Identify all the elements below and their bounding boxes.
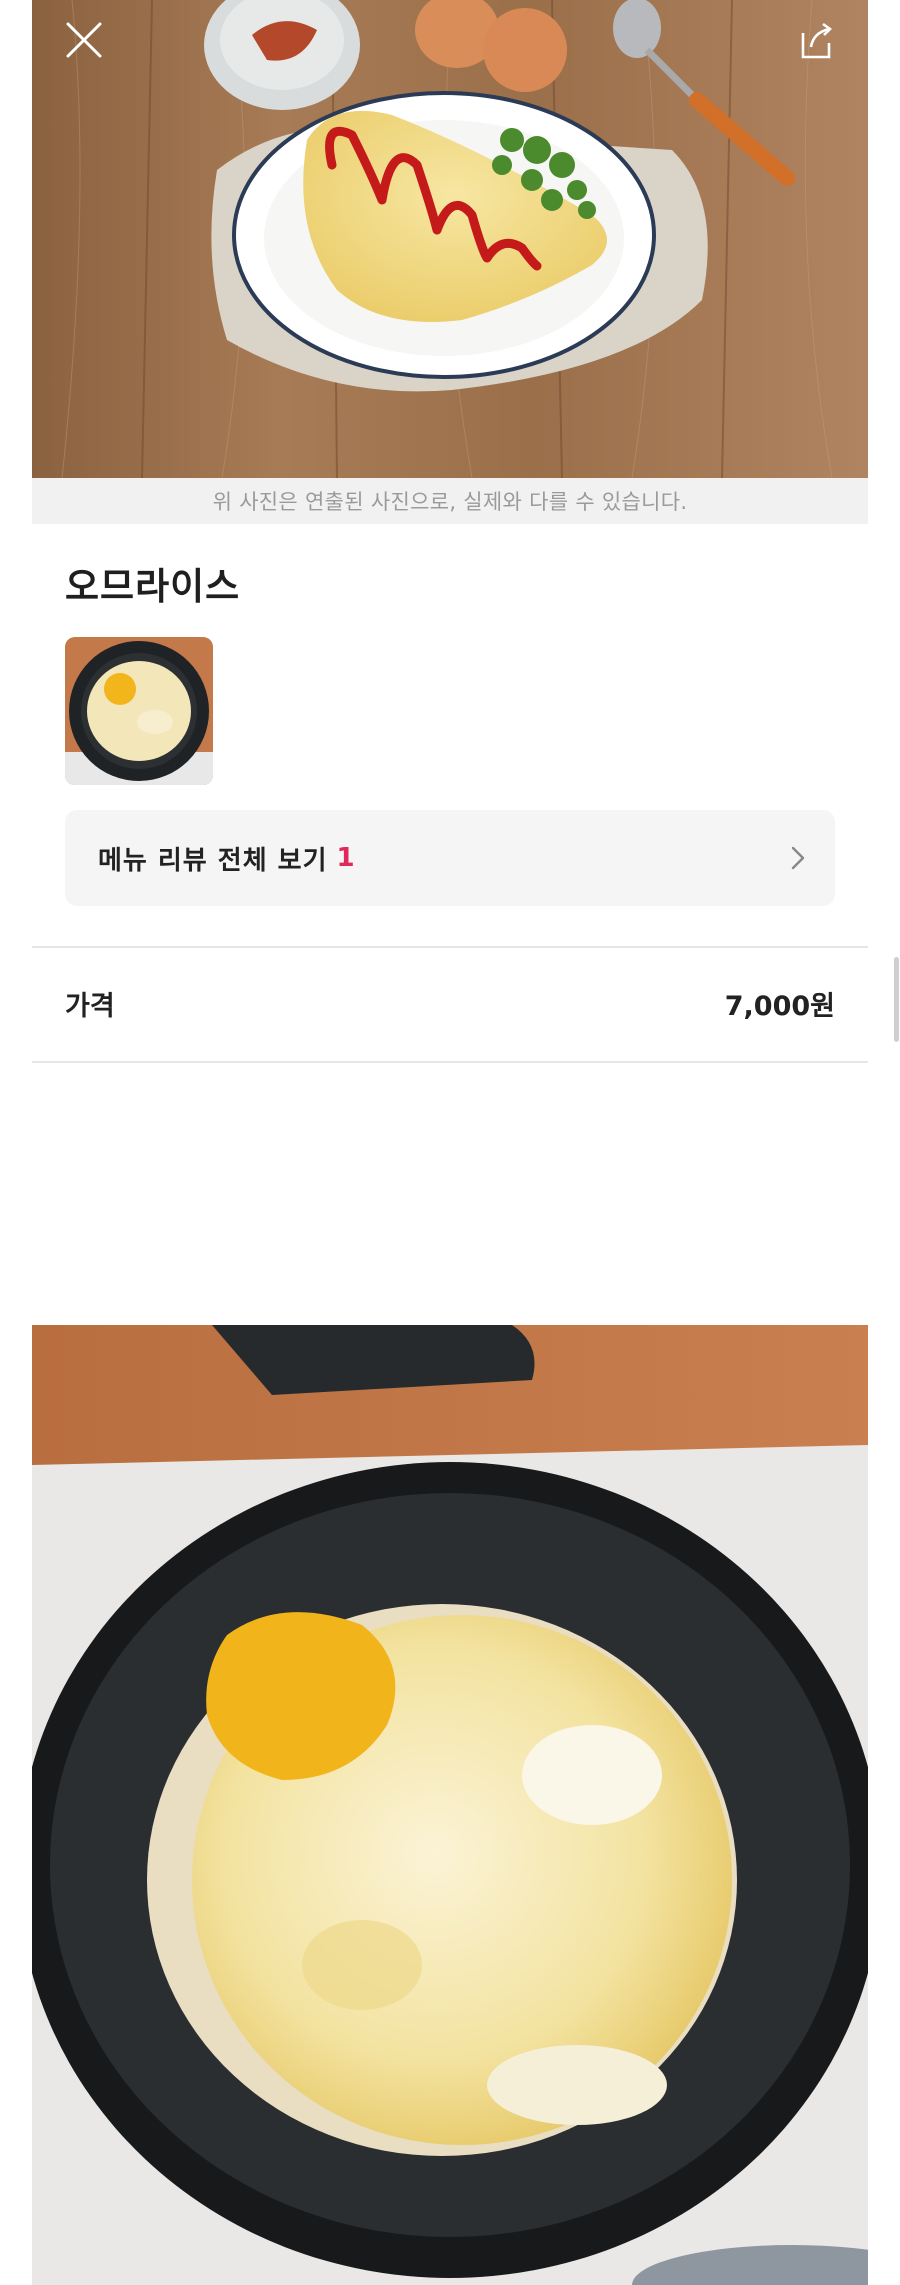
close-icon (66, 22, 102, 58)
review-link: 메뉴 리뷰 전체 보기 1 (98, 810, 356, 906)
photo-disclaimer: 위 사진은 연출된 사진으로, 실제와 다를 수 있습니다. (32, 478, 868, 524)
divider (32, 1061, 868, 1063)
chevron-right-icon (791, 846, 805, 870)
review-photo-thumbnail[interactable] (65, 637, 213, 785)
price-label: 가격 (65, 991, 115, 1022)
review-count: 1 (336, 843, 356, 873)
review-photo (32, 1325, 868, 2285)
close-button[interactable] (54, 10, 114, 70)
menu-title: 오므라이스 (65, 565, 241, 608)
scrollbar[interactable] (894, 957, 899, 1042)
menu-review-all-button[interactable]: 메뉴 리뷰 전체 보기 1 (65, 810, 835, 906)
share-icon (801, 22, 833, 59)
price-row: 가격 7,000원 (65, 946, 835, 1056)
menu-detail-page: 위 사진은 연출된 사진으로, 실제와 다를 수 있습니다. 오므라이스 메뉴 … (32, 0, 868, 2285)
share-button[interactable] (786, 10, 846, 70)
price-value: 7,000원 (724, 991, 835, 1022)
hero-food-photo (32, 0, 868, 478)
review-link-label: 메뉴 리뷰 전체 보기 (98, 845, 328, 876)
